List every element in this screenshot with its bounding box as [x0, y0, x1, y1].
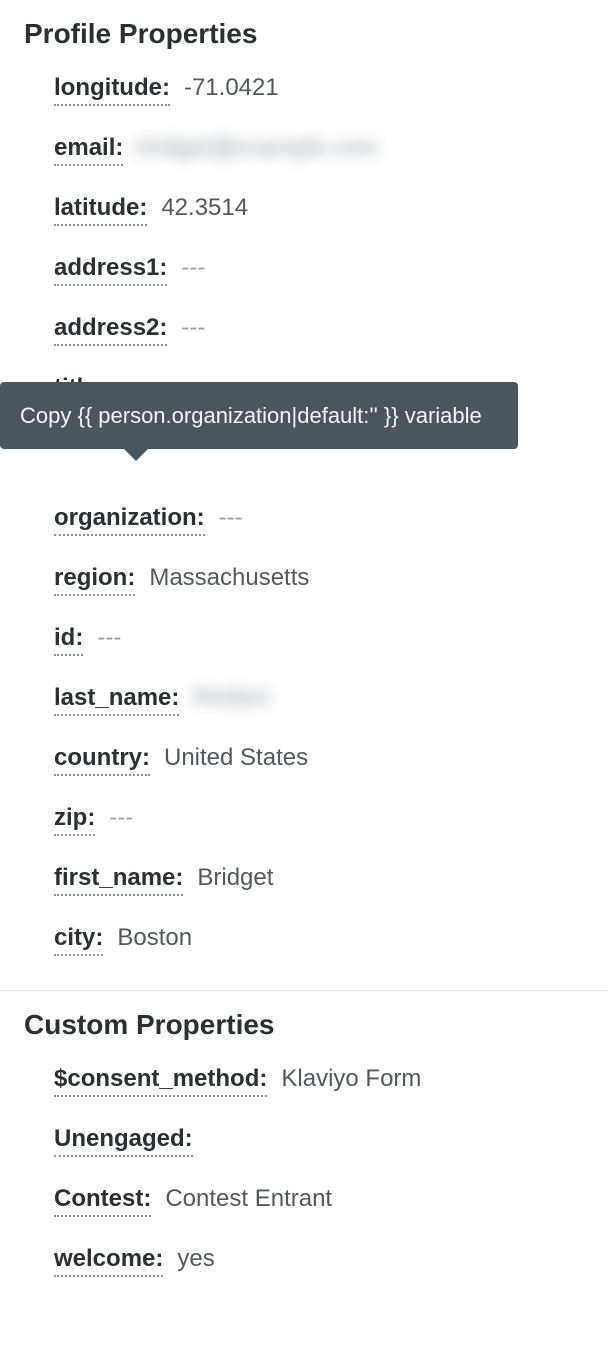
prop-label-address1[interactable]: address1:	[54, 254, 167, 286]
profile-properties-section: Profile Properties longitude: -71.0421 e…	[0, 0, 608, 970]
prop-value-address2: ---	[181, 314, 205, 342]
prop-row-longitude: longitude: -71.0421	[54, 60, 588, 120]
prop-row-address2: address2: ---	[54, 300, 588, 360]
prop-value-country: United States	[164, 744, 308, 772]
prop-row-city: city: Boston	[54, 910, 588, 970]
prop-row-contest: Contest: Contest Entrant	[54, 1171, 588, 1231]
custom-properties-list: $consent_method: Klaviyo Form Unengaged:…	[0, 1051, 608, 1291]
prop-value-email: bridget@example.com	[137, 134, 377, 162]
prop-value-welcome: yes	[177, 1245, 214, 1273]
custom-properties-section: Custom Properties $consent_method: Klavi…	[0, 991, 608, 1291]
prop-value-contest: Contest Entrant	[165, 1185, 332, 1213]
custom-properties-title: Custom Properties	[0, 991, 608, 1051]
prop-label-address2[interactable]: address2:	[54, 314, 167, 346]
prop-label-unengaged[interactable]: Unengaged:	[54, 1125, 193, 1157]
prop-row-region: region: Massachusetts	[54, 550, 588, 610]
prop-label-zip[interactable]: zip:	[54, 804, 95, 836]
prop-label-first-name[interactable]: first_name:	[54, 864, 183, 896]
prop-value-id: ---	[97, 624, 121, 652]
prop-value-latitude: 42.3514	[161, 194, 248, 222]
prop-row-address1: address1: ---	[54, 240, 588, 300]
prop-row-organization: Copy {{ person.organization|default:'' }…	[54, 490, 588, 550]
prop-label-welcome[interactable]: welcome:	[54, 1245, 163, 1277]
prop-row-id: id: ---	[54, 610, 588, 670]
prop-value-first-name: Bridget	[197, 864, 273, 892]
prop-row-country: country: United States	[54, 730, 588, 790]
prop-row-last-name: last_name: Redact	[54, 670, 588, 730]
prop-value-region: Massachusetts	[149, 564, 309, 592]
prop-row-email: email: bridget@example.com	[54, 120, 588, 180]
prop-value-city: Boston	[117, 924, 192, 952]
profile-properties-title: Profile Properties	[0, 0, 608, 60]
prop-label-id[interactable]: id:	[54, 624, 83, 656]
prop-value-address1: ---	[181, 254, 205, 282]
prop-label-city[interactable]: city:	[54, 924, 103, 956]
prop-row-consent-method: $consent_method: Klaviyo Form	[54, 1051, 588, 1111]
prop-row-first-name: first_name: Bridget	[54, 850, 588, 910]
prop-label-organization[interactable]: organization:	[54, 504, 205, 536]
copy-variable-tooltip[interactable]: Copy {{ person.organization|default:'' }…	[0, 382, 518, 449]
tooltip-arrow-icon	[122, 447, 150, 461]
prop-label-consent-method[interactable]: $consent_method:	[54, 1065, 267, 1097]
prop-label-email[interactable]: email:	[54, 134, 123, 166]
prop-label-latitude[interactable]: latitude:	[54, 194, 147, 226]
prop-label-longitude[interactable]: longitude:	[54, 74, 170, 106]
prop-value-consent-method: Klaviyo Form	[281, 1065, 421, 1093]
prop-label-region[interactable]: region:	[54, 564, 135, 596]
tooltip-text: Copy {{ person.organization|default:'' }…	[20, 403, 482, 428]
prop-label-last-name[interactable]: last_name:	[54, 684, 179, 716]
prop-label-country[interactable]: country:	[54, 744, 150, 776]
prop-value-zip: ---	[109, 804, 133, 832]
prop-value-last-name: Redact	[193, 684, 269, 712]
prop-label-contest[interactable]: Contest:	[54, 1185, 151, 1217]
prop-row-latitude: latitude: 42.3514	[54, 180, 588, 240]
prop-row-welcome: welcome: yes	[54, 1231, 588, 1291]
prop-row-unengaged: Unengaged:	[54, 1111, 588, 1171]
prop-value-longitude: -71.0421	[184, 74, 279, 102]
profile-properties-list: longitude: -71.0421 email: bridget@examp…	[0, 60, 608, 970]
prop-value-organization: ---	[219, 504, 243, 532]
prop-row-zip: zip: ---	[54, 790, 588, 850]
